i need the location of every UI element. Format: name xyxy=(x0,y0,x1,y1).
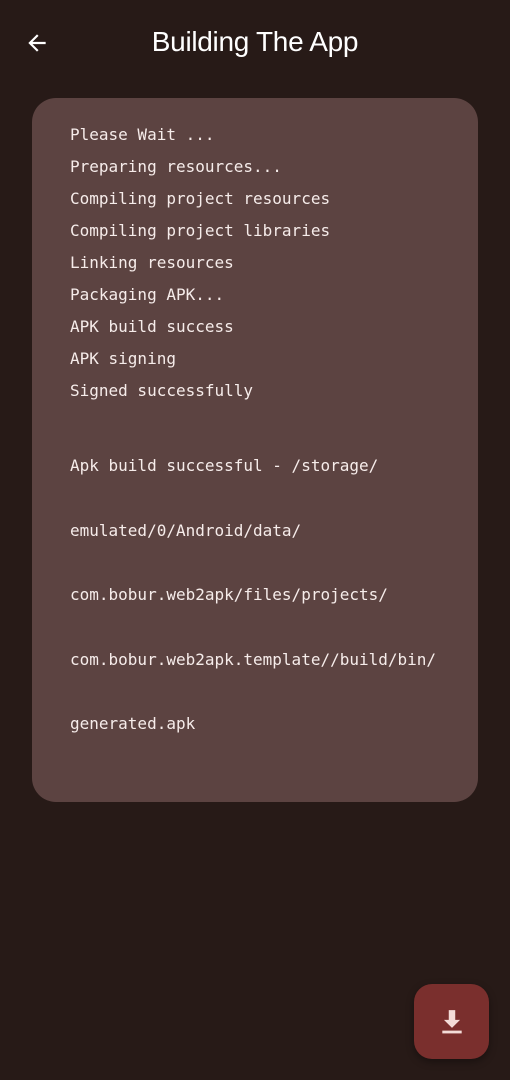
log-line: Linking resources xyxy=(70,253,234,272)
log-line-final-segment: com.bobur.web2apk.template//build/bin/ xyxy=(70,649,437,669)
log-line-final-segment: Apk build successful - /storage/ xyxy=(70,456,379,475)
build-log-card: Please Wait ... Preparing resources... C… xyxy=(32,98,478,802)
log-line: APK signing xyxy=(70,349,176,368)
download-icon xyxy=(441,1009,462,1033)
top-app-bar: Building The App xyxy=(0,0,510,84)
log-line-final: Apk build successful - /storage/ emulate… xyxy=(70,412,440,778)
log-line: Compiling project resources xyxy=(70,189,331,208)
log-line-final-segment: emulated/0/Android/data/ xyxy=(70,520,302,540)
download-button[interactable] xyxy=(414,984,489,1059)
log-line-final-segment: generated.apk xyxy=(70,714,196,733)
log-line: APK build success xyxy=(70,317,234,336)
log-line: Please Wait ... xyxy=(70,125,215,144)
log-line: Packaging APK... xyxy=(70,285,225,304)
log-line: Compiling project libraries xyxy=(70,221,331,240)
log-line: Signed successfully xyxy=(70,381,254,400)
page-title: Building The App xyxy=(151,26,359,57)
log-line-final-segment: com.bobur.web2apk/files/projects/ xyxy=(70,585,388,604)
log-line: Preparing resources... xyxy=(70,157,282,176)
